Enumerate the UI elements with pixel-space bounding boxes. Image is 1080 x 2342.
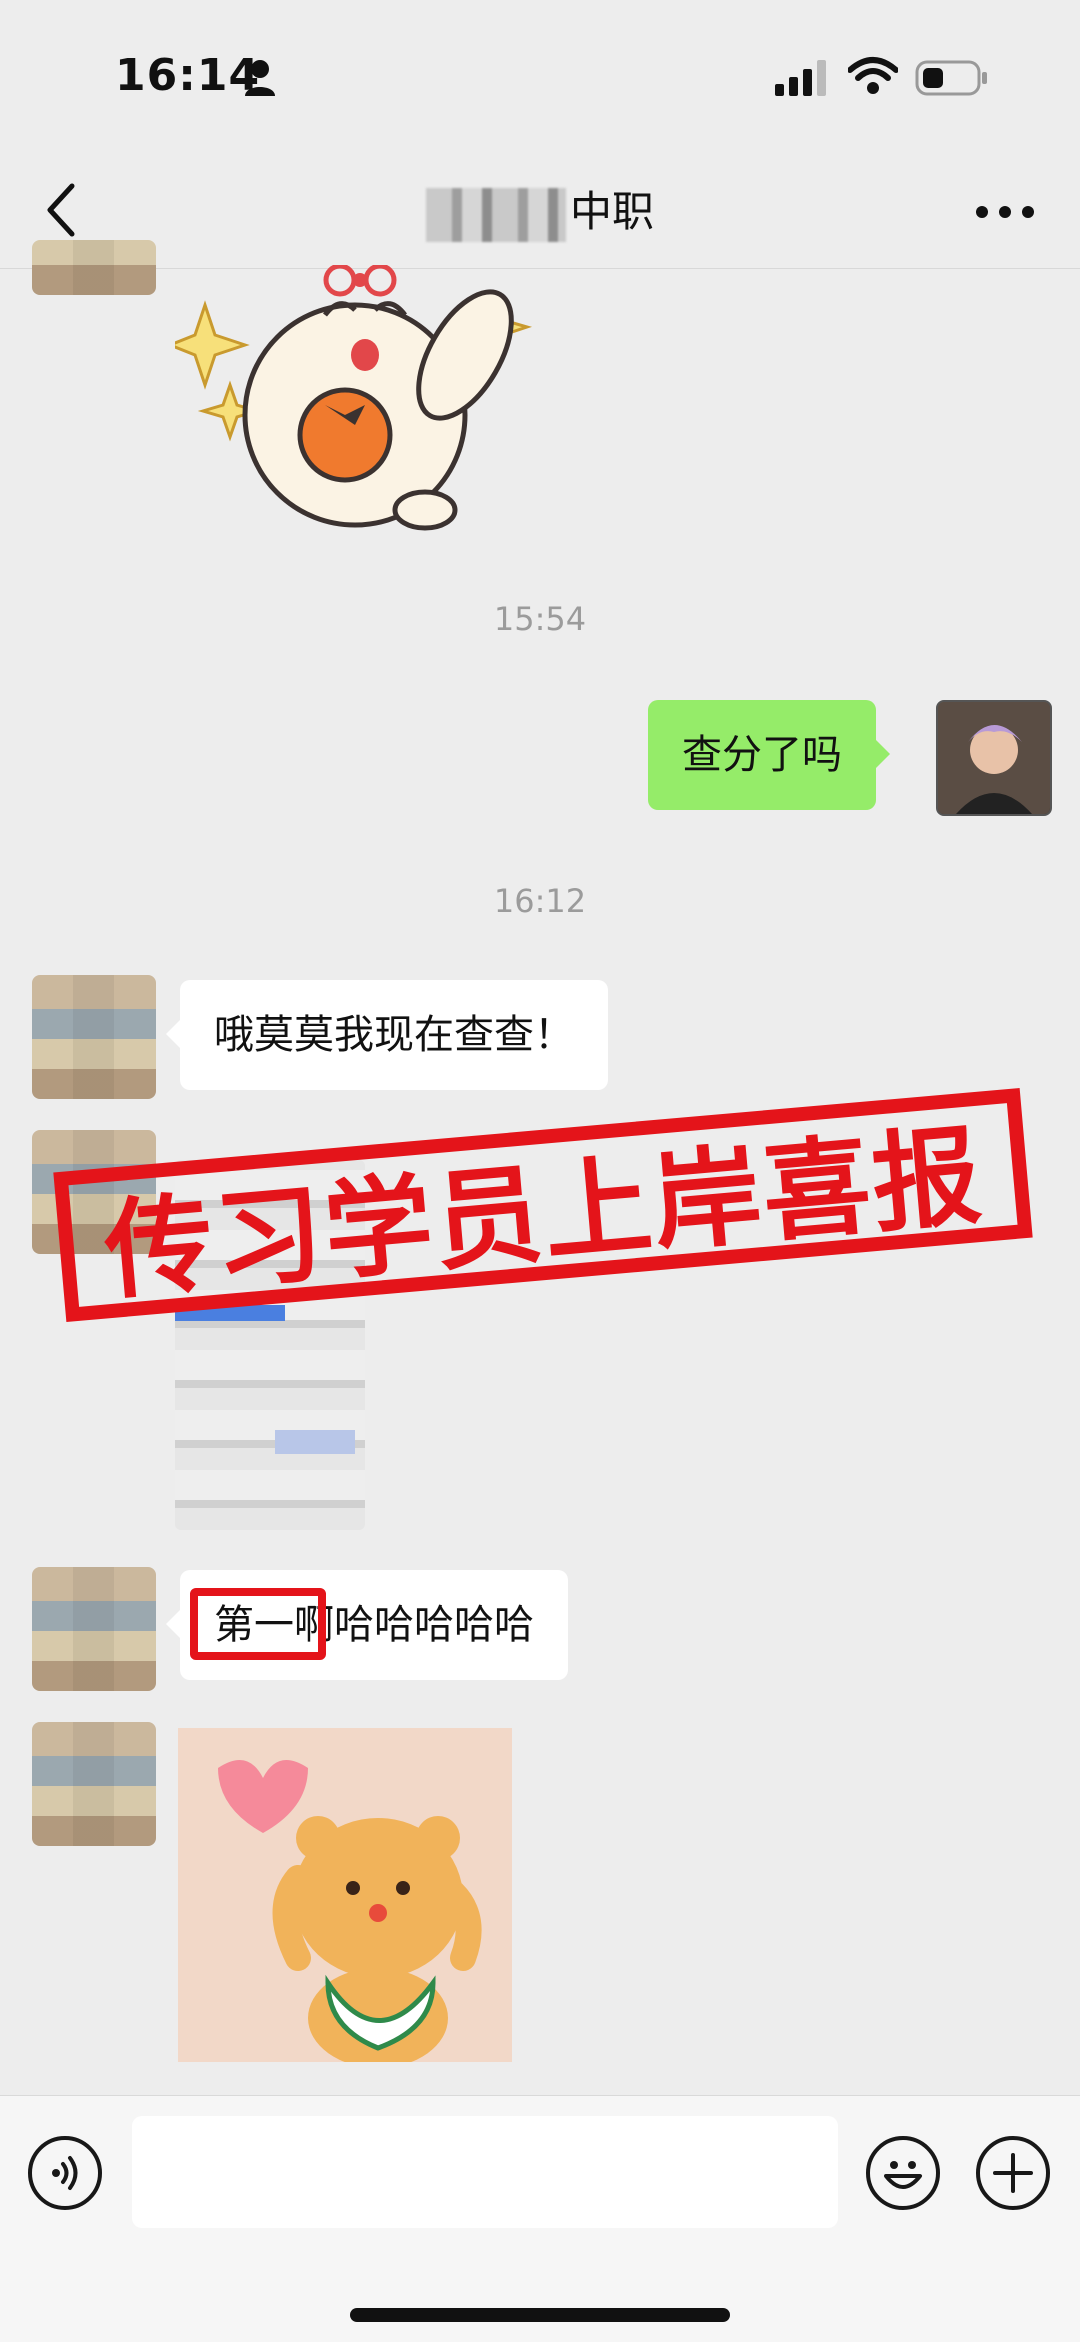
emoji-button[interactable]	[866, 2136, 940, 2210]
blurred-name	[425, 187, 566, 242]
stamp-text: 传习学员上岸喜报	[100, 1113, 988, 1316]
contact-avatar[interactable]	[32, 1722, 156, 1846]
announcement-stamp: 传习学员上岸喜报	[53, 1088, 1033, 1322]
wifi-icon	[848, 57, 898, 94]
contact-avatar[interactable]	[32, 975, 156, 1099]
voice-button[interactable]	[28, 2136, 102, 2210]
status-time: 16:14	[115, 50, 261, 101]
person-icon	[245, 60, 275, 96]
chat-title-suffix: 中职	[569, 187, 654, 236]
chat-header: 中职	[0, 150, 1080, 269]
highlight-box	[190, 1588, 326, 1660]
timestamp: 16:12	[493, 882, 587, 920]
contact-avatar[interactable]	[32, 240, 156, 295]
timestamp: 15:54	[493, 600, 587, 638]
bear-sticker[interactable]	[178, 1728, 512, 2062]
incoming-message[interactable]: 哦莫莫我现在查查！	[166, 980, 608, 1090]
contact-avatar[interactable]	[32, 1567, 156, 1691]
image-strip	[275, 1430, 355, 1454]
plus-button[interactable]	[976, 2136, 1050, 2210]
profile-photo-icon	[938, 702, 1050, 814]
chat-title: 中职	[0, 178, 1080, 242]
voice-icon	[52, 2156, 78, 2190]
plus-icon	[993, 2153, 1033, 2193]
home-indicator	[350, 2308, 730, 2322]
my-avatar[interactable]	[936, 700, 1052, 816]
input-bar	[0, 2095, 1080, 2342]
outgoing-message[interactable]: 查分了吗	[648, 700, 890, 810]
rabbit-sticker[interactable]	[175, 265, 545, 535]
ellipsis-icon[interactable]	[975, 205, 1035, 219]
battery-icon	[915, 60, 987, 96]
emoji-icon	[884, 2161, 922, 2189]
message-input[interactable]	[132, 2116, 838, 2228]
status-bar: 16:14	[0, 0, 1080, 150]
signal-icon	[775, 60, 826, 96]
